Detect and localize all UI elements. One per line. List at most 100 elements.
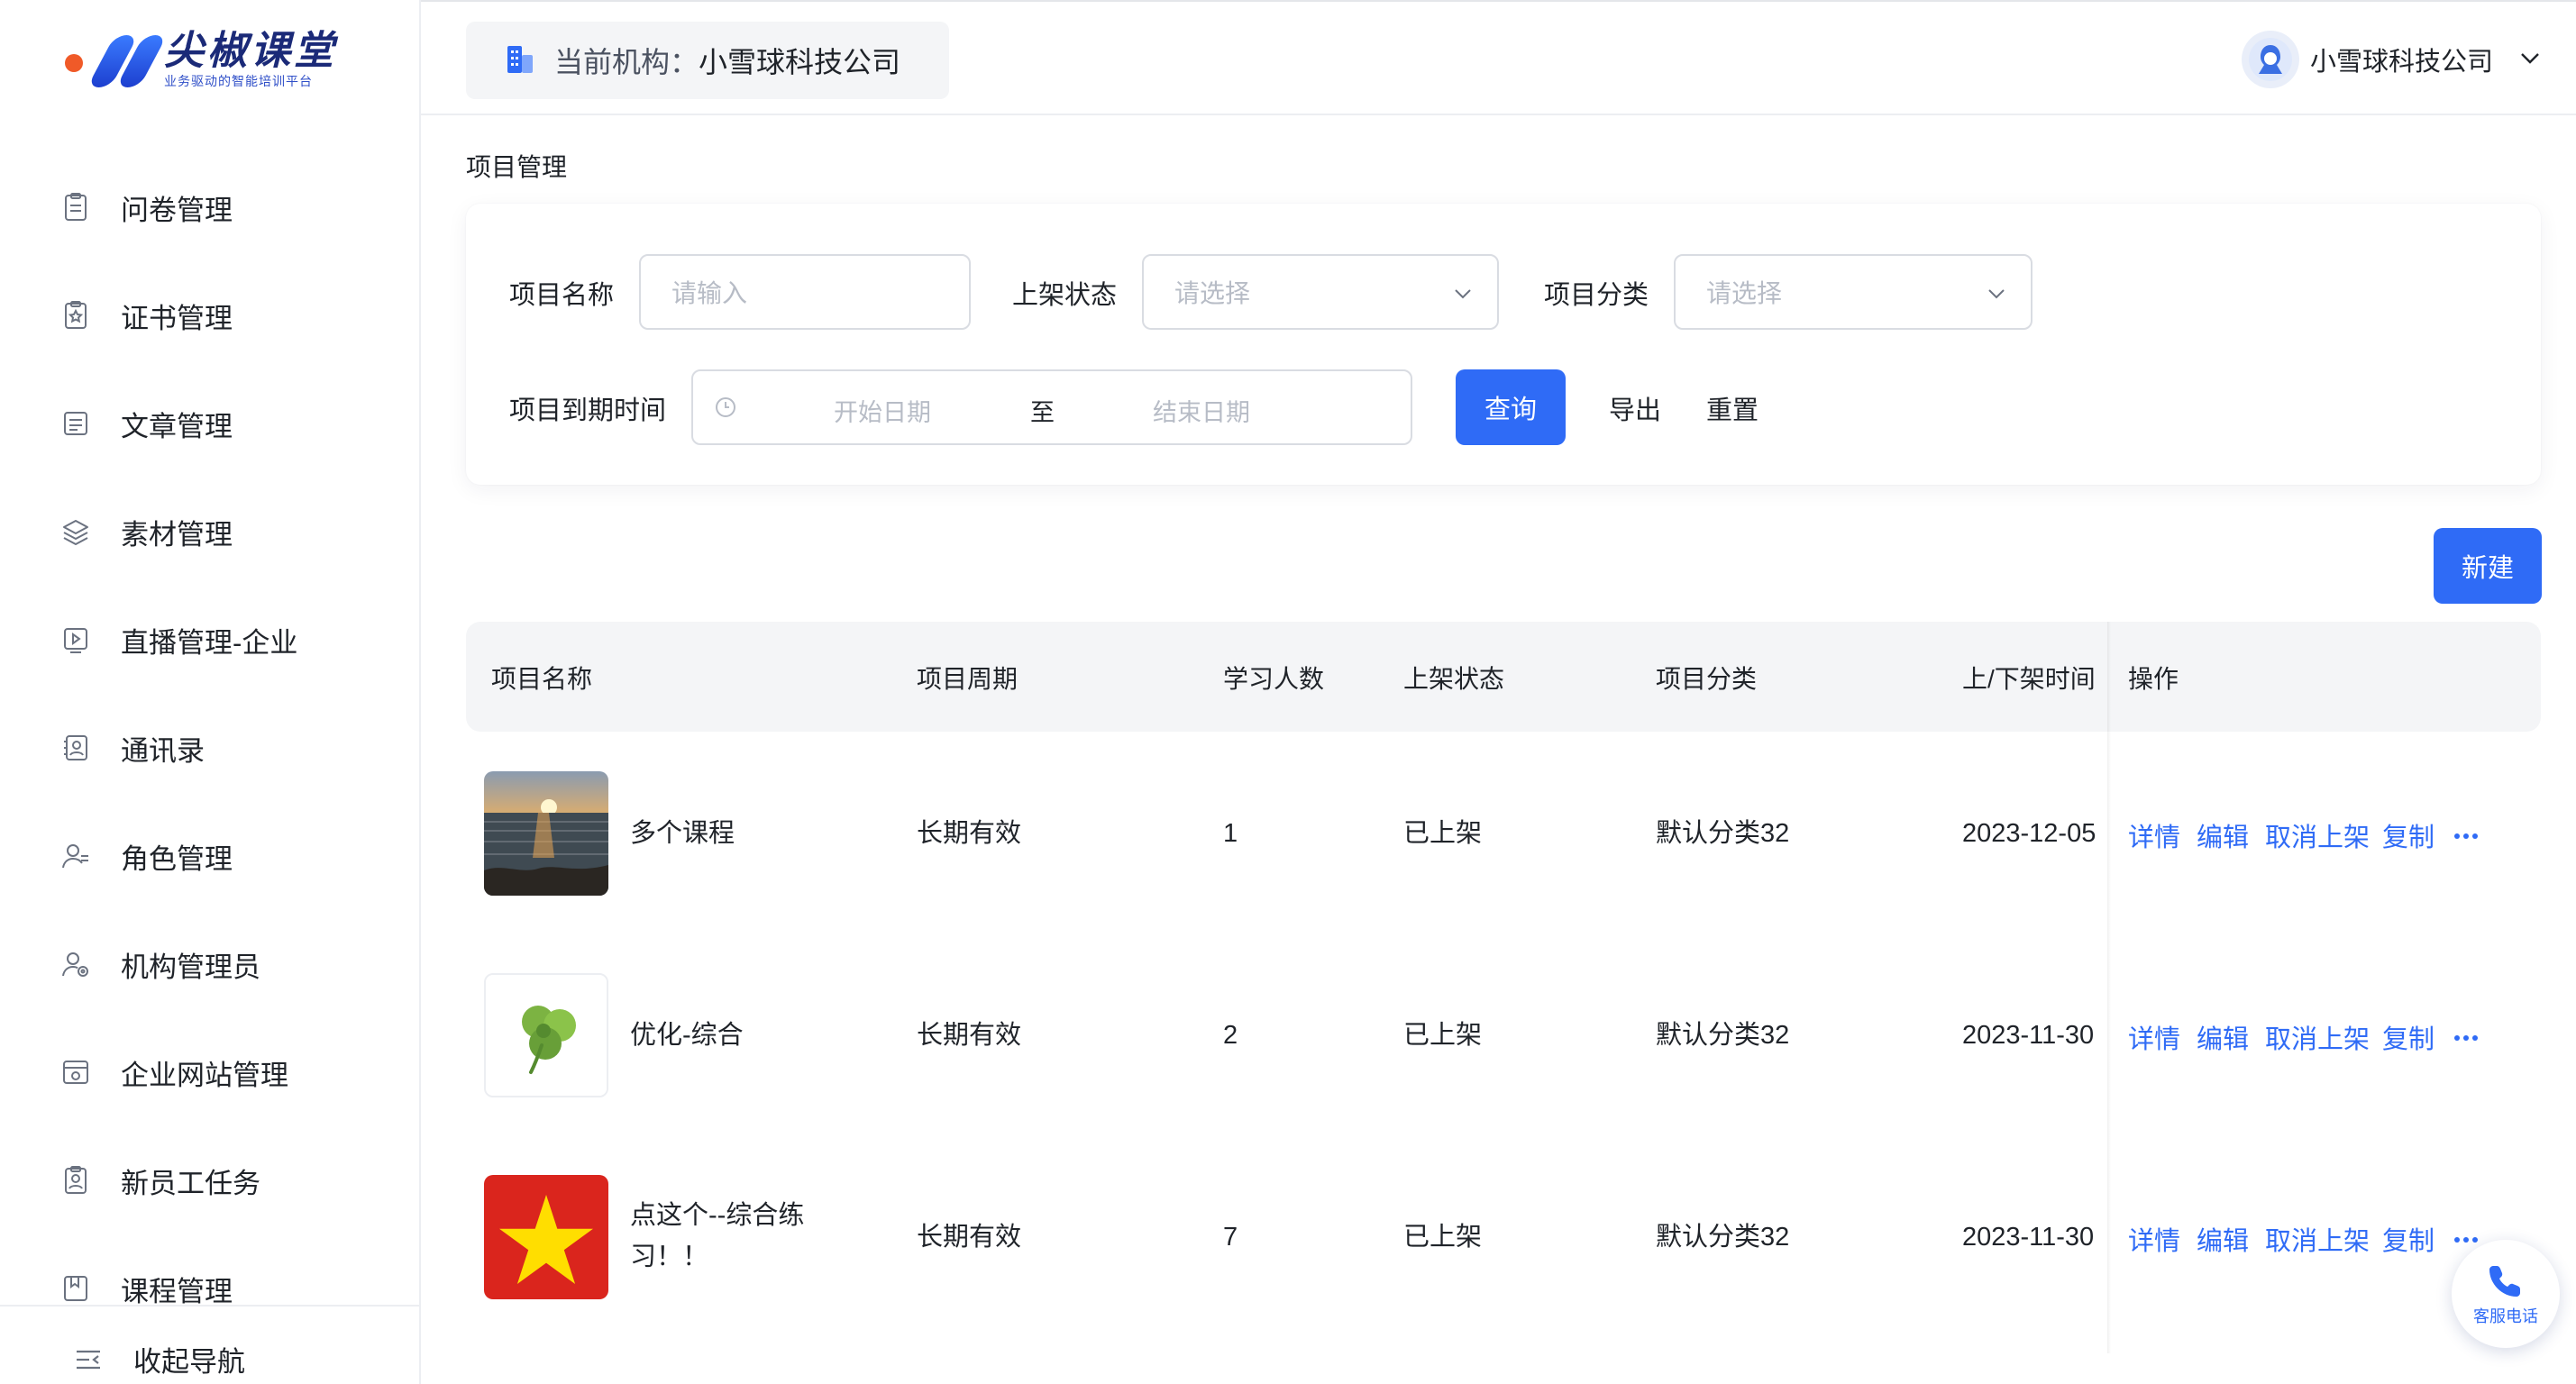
end-date-placeholder[interactable]: 结束日期 (1153, 393, 1250, 428)
sidebar-item-role[interactable]: 角色管理 (0, 802, 419, 910)
unpublish-link[interactable]: 取消上架 (2265, 1220, 2370, 1258)
edit-link[interactable]: 编辑 (2197, 1220, 2249, 1258)
sidebar-item-label: 企业网站管理 (121, 1059, 288, 1091)
chevron-down-icon (1984, 281, 2009, 313)
website-icon (58, 1054, 94, 1090)
sidebar-item-article[interactable]: 文章管理 (0, 369, 419, 478)
publish-status-label: 上架状态 (1012, 281, 1118, 310)
project-thumbnail[interactable] (484, 1175, 608, 1299)
export-button[interactable]: 导出 (1609, 389, 1661, 427)
collapse-menu-icon (70, 1342, 106, 1378)
sidebar-item-label: 机构管理员 (121, 951, 260, 983)
column-header-period: 项目周期 (917, 665, 1019, 693)
project-learners: 2 (1223, 1021, 1238, 1050)
start-date-placeholder[interactable]: 开始日期 (834, 393, 931, 428)
project-period: 长期有效 (917, 1223, 1022, 1252)
project-time: 2023-11-30 (1962, 1223, 2095, 1252)
sidebar-item-label: 问卷管理 (121, 194, 233, 226)
detail-link[interactable]: 详情 (2128, 1220, 2180, 1258)
sidebar-item-label: 新员工任务 (121, 1167, 260, 1199)
building-icon (502, 41, 538, 81)
reset-button[interactable]: 重置 (1706, 389, 1758, 427)
sidebar-item-questionnaire[interactable]: 问卷管理 (0, 153, 419, 261)
user-name: 小雪球科技公司 (2309, 48, 2493, 77)
current-org-selector[interactable]: 当前机构： 小雪球科技公司 (466, 22, 949, 99)
project-name-label: 项目名称 (509, 281, 615, 310)
phone-icon (2489, 1266, 2520, 1297)
user-menu[interactable]: 小雪球科技公司 (2241, 31, 2544, 88)
sidebar-item-label: 课程管理 (121, 1275, 233, 1307)
sidebar-item-material[interactable]: 素材管理 (0, 478, 419, 586)
publish-status-select[interactable]: 请选择 (1142, 254, 1499, 330)
project-time: 2023-11-30 (1962, 1021, 2095, 1050)
column-header-category: 项目分类 (1656, 665, 1758, 693)
brand-logo[interactable]: 尖椒课堂 业务驱动的智能培训平台 (61, 27, 337, 92)
project-learners: 7 (1223, 1223, 1238, 1252)
expiry-date-range-picker[interactable]: 开始日期 至 结束日期 (691, 369, 1412, 445)
customer-service-label: 客服电话 (2473, 1307, 2538, 1325)
copy-link[interactable]: 复制 (2382, 1018, 2434, 1056)
project-status: 已上架 (1403, 1223, 1483, 1252)
sidebar-item-new-employee[interactable]: 新员工任务 (0, 1126, 419, 1234)
table-row: 多个课程 长期有效 1 已上架 默认分类32 2023-12-05 详情 编辑 … (466, 732, 2541, 933)
new-employee-icon (58, 1162, 94, 1198)
column-header-actions: 操作 (2128, 665, 2179, 693)
sidebar: 尖椒课堂 业务驱动的智能培训平台 问卷管理 证书管理 文章管理 素材管理 直播管… (0, 0, 421, 1384)
project-category: 默认分类32 (1656, 1021, 1790, 1050)
edit-link[interactable]: 编辑 (2197, 816, 2249, 854)
column-header-time: 上/下架时间 (1962, 665, 2096, 693)
project-name-input[interactable]: 请输入 (639, 254, 971, 330)
page-title: 项目管理 (466, 153, 568, 181)
project-thumbnail[interactable] (484, 771, 608, 896)
sidebar-item-course[interactable]: 课程管理 (0, 1234, 419, 1343)
questionnaire-icon (58, 189, 94, 225)
article-icon (58, 405, 94, 442)
copy-link[interactable]: 复制 (2382, 1220, 2434, 1258)
sidebar-item-website[interactable]: 企业网站管理 (0, 1018, 419, 1126)
sidebar-item-label: 文章管理 (121, 410, 233, 442)
sidebar-item-admin[interactable]: 机构管理员 (0, 910, 419, 1018)
column-header-name: 项目名称 (491, 665, 593, 693)
edit-link[interactable]: 编辑 (2197, 1018, 2249, 1056)
sidebar-item-label: 角色管理 (121, 842, 233, 875)
brand-tagline: 业务驱动的智能培训平台 (164, 74, 313, 88)
detail-link[interactable]: 详情 (2128, 1018, 2180, 1056)
project-category-placeholder: 请选择 (1706, 279, 1783, 307)
contacts-icon (58, 730, 94, 766)
clock-icon (713, 395, 738, 424)
filter-panel: 项目名称 请输入 上架状态 请选择 项目分类 请选择 项目到期时间 开始日期 至… (466, 204, 2541, 485)
sidebar-item-contacts[interactable]: 通讯录 (0, 694, 419, 802)
new-project-button[interactable]: 新建 (2434, 528, 2542, 604)
more-icon[interactable] (2453, 1031, 2480, 1047)
chevron-down-icon (1450, 281, 1475, 313)
detail-link[interactable]: 详情 (2128, 816, 2180, 854)
customer-service-button[interactable]: 客服电话 (2452, 1240, 2560, 1348)
table-row: 优化-综合 长期有效 2 已上架 默认分类32 2023-11-30 详情 编辑… (466, 933, 2541, 1135)
table-row: 点这个--综合练 习！！ 长期有效 7 已上架 默认分类32 2023-11-3… (466, 1135, 2541, 1337)
project-thumbnail[interactable] (484, 973, 608, 1097)
more-icon[interactable] (2453, 1233, 2480, 1249)
chevron-down-icon (2517, 44, 2544, 76)
table-header: 项目名称 项目周期 学习人数 上架状态 项目分类 上/下架时间 操作 (466, 622, 2541, 732)
certificate-icon (58, 297, 94, 333)
role-icon (58, 838, 94, 874)
project-category: 默认分类32 (1656, 1223, 1790, 1252)
unpublish-link[interactable]: 取消上架 (2265, 1018, 2370, 1056)
sidebar-item-label: 素材管理 (121, 518, 233, 551)
project-name: 多个课程 (630, 819, 735, 848)
avatar (2241, 31, 2299, 88)
collapse-nav-button[interactable]: 收起导航 (70, 1339, 245, 1379)
sidebar-item-certificate[interactable]: 证书管理 (0, 261, 419, 369)
query-button[interactable]: 查询 (1456, 369, 1566, 445)
current-org-name: 小雪球科技公司 (699, 46, 901, 78)
project-name: 点这个--综合练 (630, 1201, 805, 1230)
unpublish-link[interactable]: 取消上架 (2265, 816, 2370, 854)
project-category-select[interactable]: 请选择 (1674, 254, 2032, 330)
project-name: 优化-综合 (630, 1021, 744, 1050)
column-header-learners: 学习人数 (1223, 665, 1325, 693)
copy-link[interactable]: 复制 (2382, 816, 2434, 854)
clover-image (486, 975, 607, 1096)
sidebar-item-live[interactable]: 直播管理-企业 (0, 586, 419, 694)
project-category-label: 项目分类 (1544, 281, 1649, 310)
more-icon[interactable] (2453, 829, 2480, 845)
